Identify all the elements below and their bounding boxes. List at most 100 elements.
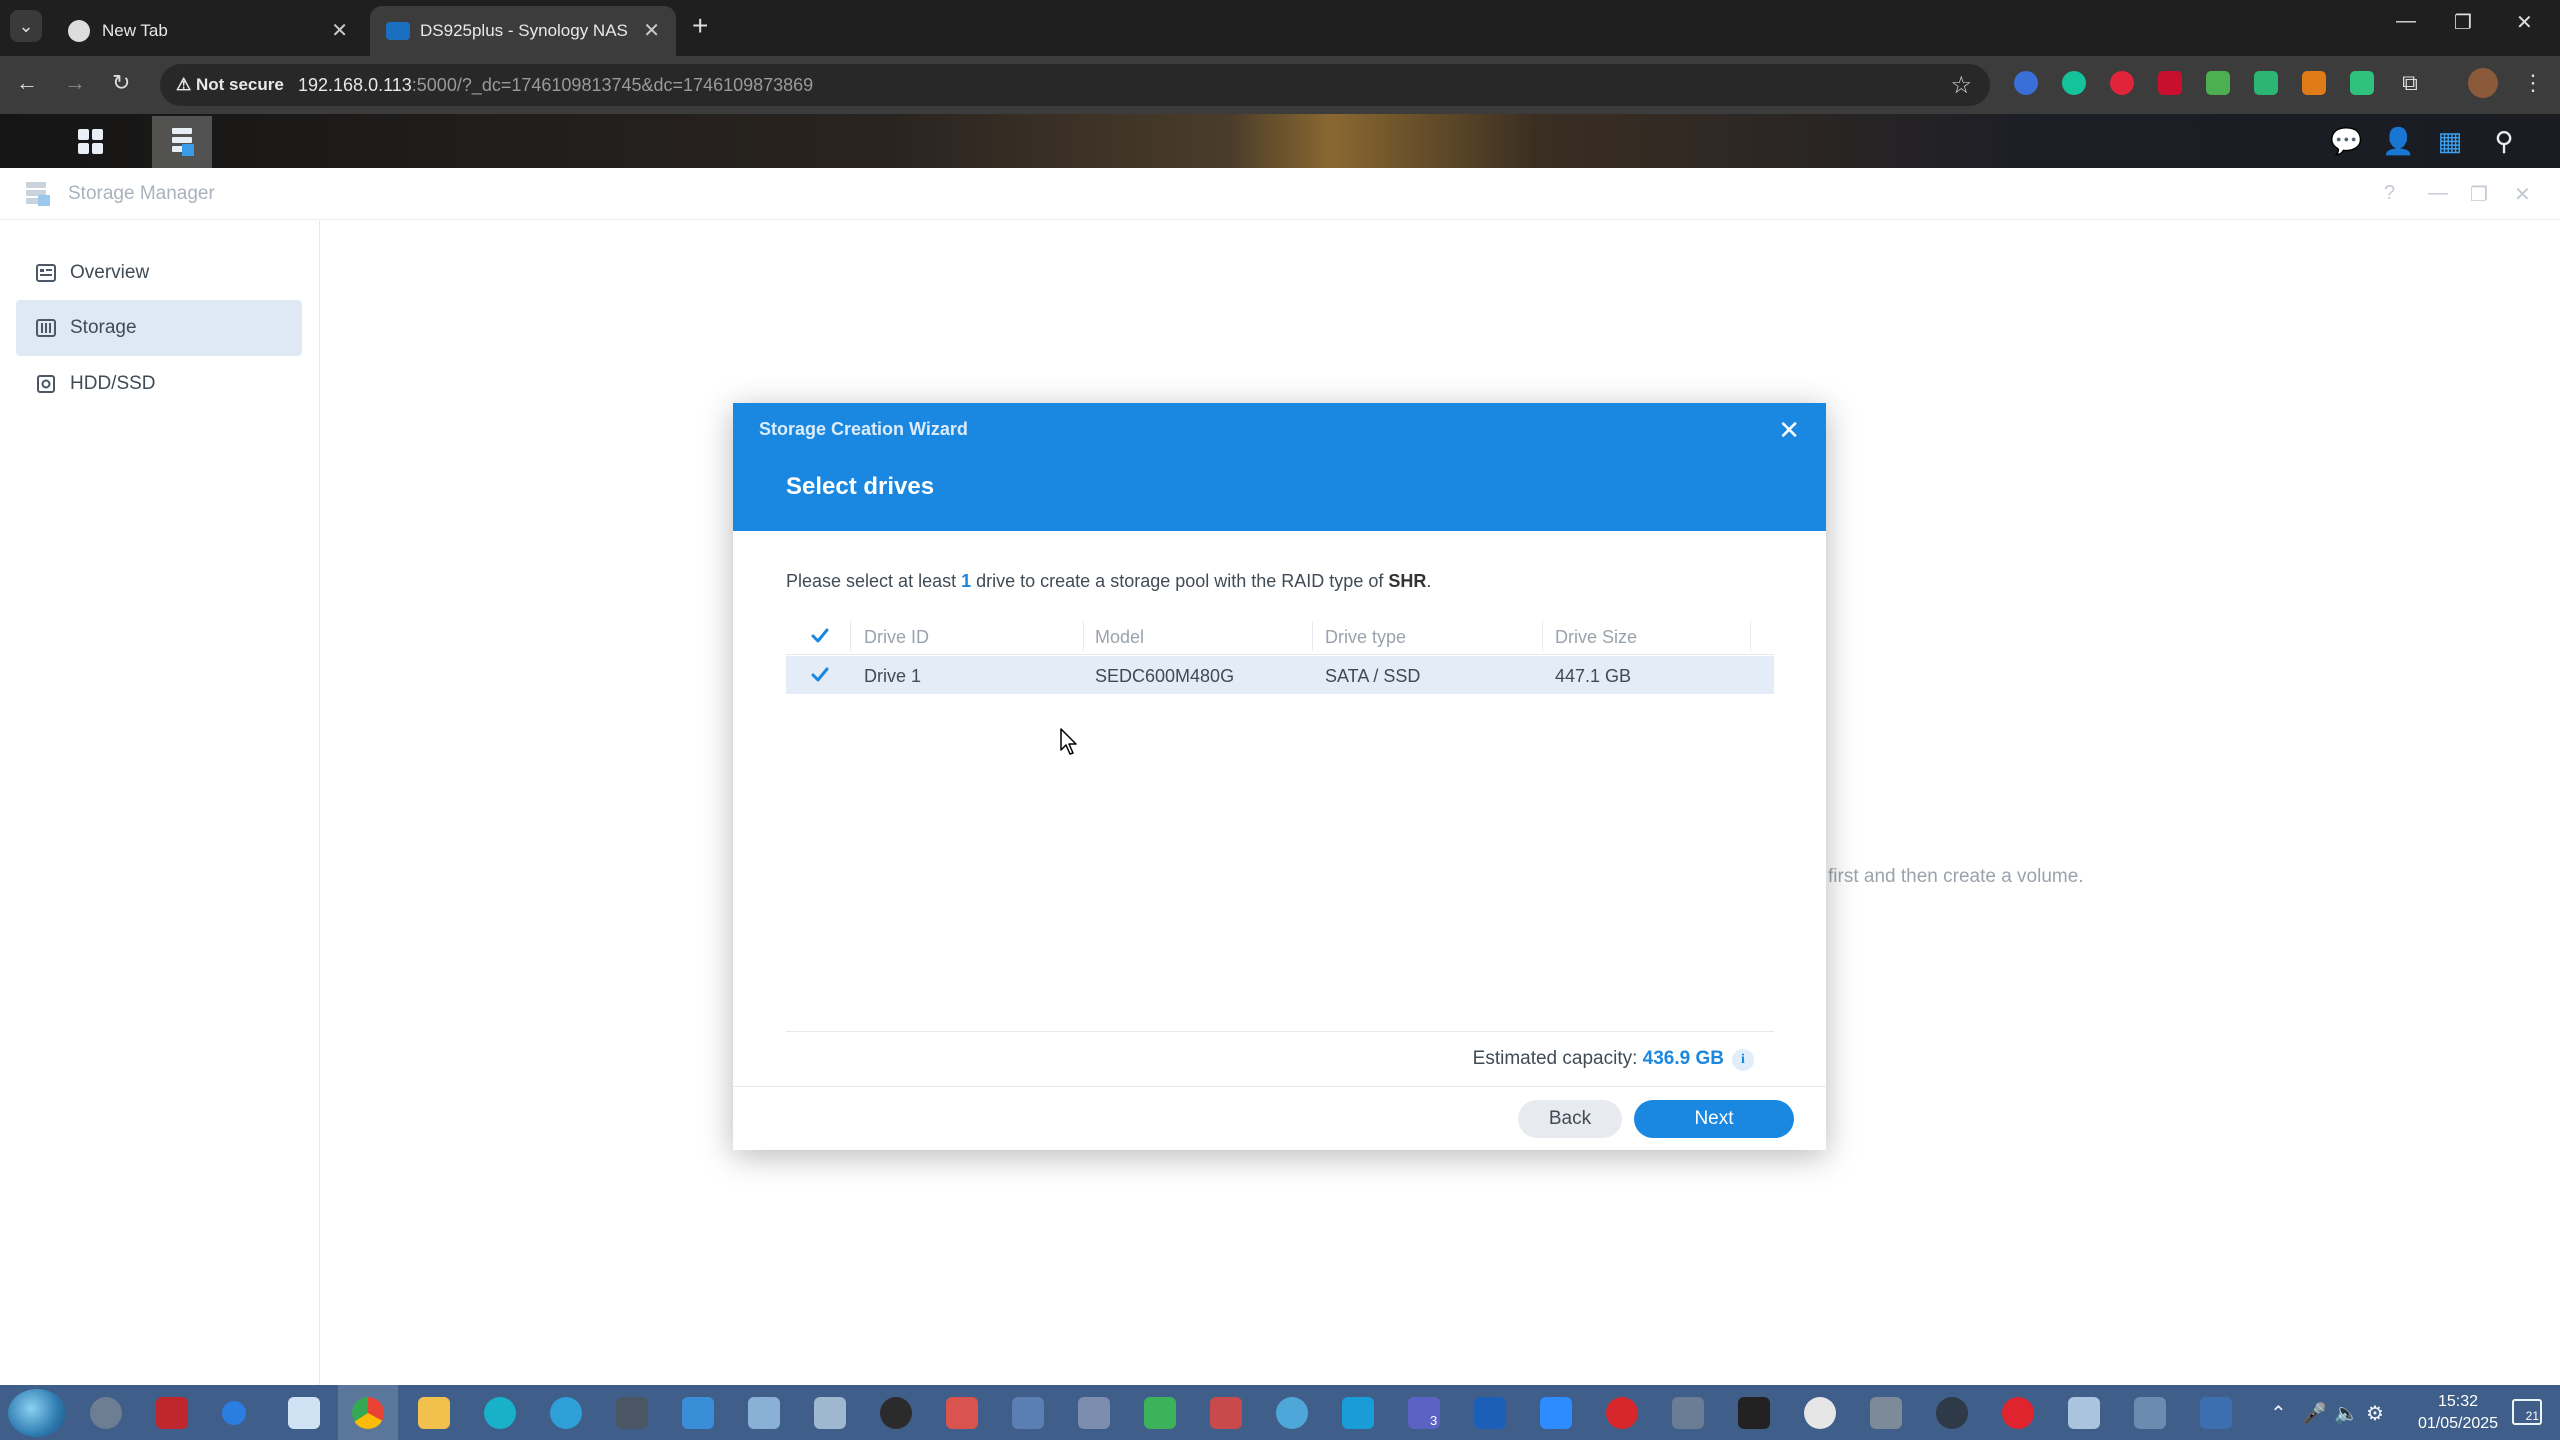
app-icon[interactable] — [1870, 1397, 1902, 1429]
extension-icon[interactable] — [2014, 71, 2038, 95]
minimize-icon[interactable]: — — [2428, 182, 2448, 205]
notification-center-icon[interactable]: 21 — [2512, 1399, 2542, 1425]
cell-drive-id: Drive 1 — [864, 666, 922, 686]
select-all-checkbox[interactable] — [810, 626, 830, 646]
download-extension-icon[interactable] — [2206, 71, 2230, 95]
close-window-icon[interactable]: ✕ — [2516, 10, 2533, 35]
maximize-icon[interactable]: ❐ — [2470, 182, 2488, 207]
column-separator — [1542, 621, 1543, 651]
sidebar-item-overview[interactable]: Overview — [16, 245, 302, 301]
column-header-drive-type[interactable]: Drive type — [1325, 627, 1406, 648]
app-icon[interactable] — [814, 1397, 846, 1429]
app-icon[interactable] — [550, 1397, 582, 1429]
app-icon[interactable] — [1738, 1397, 1770, 1429]
row-checkbox[interactable] — [810, 665, 830, 685]
extension-icon[interactable] — [2302, 71, 2326, 95]
tab-synology[interactable]: DS925plus - Synology NAS ✕ — [370, 6, 676, 56]
next-button[interactable]: Next — [1634, 1100, 1794, 1138]
clock-time: 15:32 — [2437, 1393, 2479, 1410]
volume-icon[interactable]: 🔈 — [2334, 1401, 2359, 1426]
reload-icon[interactable]: ↻ — [112, 70, 130, 96]
app-icon[interactable] — [1474, 1397, 1506, 1429]
app-icon[interactable] — [222, 1401, 246, 1425]
app-icon[interactable] — [748, 1397, 780, 1429]
zoom-icon[interactable] — [1540, 1397, 1572, 1429]
bookmark-star-icon[interactable]: ☆ — [1950, 71, 1972, 100]
sidebar-item-hdd-ssd[interactable]: HDD/SSD — [16, 356, 302, 412]
storage-manager-taskbar-button[interactable] — [152, 116, 212, 168]
app-icon[interactable] — [1210, 1397, 1242, 1429]
extension-icon[interactable] — [2110, 71, 2134, 95]
not-secure-indicator[interactable]: ⚠ Not secure — [176, 75, 284, 95]
clock[interactable]: 15:32 01/05/2025 — [2408, 1391, 2508, 1435]
teams-badge: 3 — [1430, 1413, 1438, 1428]
sidebar-item-storage[interactable]: Storage — [16, 300, 302, 356]
app-icon[interactable] — [2200, 1397, 2232, 1429]
help-icon[interactable]: ? — [2384, 182, 2395, 205]
minimize-icon[interactable]: — — [2396, 10, 2416, 33]
address-bar[interactable]: ⚠ Not secure 192.168.0.113:5000/?_dc=174… — [160, 64, 1990, 106]
app-icon[interactable] — [484, 1397, 516, 1429]
url-text[interactable]: 192.168.0.113:5000/?_dc=1746109813745&dc… — [298, 75, 813, 96]
app-icon[interactable] — [880, 1397, 912, 1429]
app-icon[interactable] — [1672, 1397, 1704, 1429]
user-icon[interactable]: 👤 — [2382, 126, 2414, 158]
restore-icon[interactable]: ❐ — [2454, 10, 2472, 35]
app-icon[interactable] — [288, 1397, 320, 1429]
sidebar-item-label: Overview — [70, 262, 150, 283]
close-tab-icon[interactable]: ✕ — [643, 18, 660, 43]
profile-avatar[interactable] — [2468, 68, 2498, 98]
file-explorer-icon[interactable] — [418, 1397, 450, 1429]
search-icon[interactable]: ⚲ — [2488, 126, 2520, 158]
column-header-model[interactable]: Model — [1095, 627, 1144, 648]
main-menu-icon[interactable] — [70, 126, 110, 158]
info-icon[interactable]: i — [1732, 1049, 1754, 1071]
browser-menu-icon[interactable]: ⋮ — [2522, 70, 2544, 96]
app-icon[interactable] — [1012, 1397, 1044, 1429]
chat-icon[interactable]: 💬 — [2330, 126, 2362, 158]
show-hidden-icons-icon[interactable]: ⌃ — [2270, 1401, 2287, 1426]
app-icon[interactable] — [1606, 1397, 1638, 1429]
close-icon[interactable]: ✕ — [1778, 415, 1800, 446]
back-icon[interactable]: ← — [16, 70, 38, 96]
new-tab-button[interactable]: + — [692, 10, 708, 42]
dsm-favicon-icon — [386, 22, 410, 40]
tab-search-button[interactable]: ⌄ — [10, 10, 42, 42]
teams-icon[interactable]: 3 — [1408, 1397, 1440, 1429]
table-row[interactable]: Drive 1 SEDC600M480G SATA / SSD 447.1 GB — [786, 656, 1774, 694]
adblock-plus-icon[interactable] — [2158, 71, 2182, 95]
widgets-icon[interactable]: ▦ — [2434, 126, 2466, 158]
column-separator — [1750, 621, 1751, 651]
back-button[interactable]: Back — [1518, 1100, 1622, 1138]
app-icon[interactable] — [156, 1397, 188, 1429]
microphone-icon[interactable]: 🎤 — [2302, 1401, 2327, 1426]
opera-icon[interactable] — [2002, 1397, 2034, 1429]
app-icon[interactable] — [1078, 1397, 1110, 1429]
app-icon[interactable] — [1804, 1397, 1836, 1429]
chrome-icon[interactable] — [352, 1397, 384, 1429]
tab-new-tab[interactable]: New Tab ✕ — [52, 6, 364, 56]
extension-icon[interactable] — [2254, 71, 2278, 95]
close-tab-icon[interactable]: ✕ — [331, 18, 348, 43]
app-icon[interactable] — [2068, 1397, 2100, 1429]
settings-icon[interactable] — [90, 1397, 122, 1429]
start-button[interactable] — [8, 1389, 66, 1437]
column-header-drive-id[interactable]: Drive ID — [864, 627, 929, 648]
app-icon[interactable] — [1144, 1397, 1176, 1429]
app-icon[interactable] — [1936, 1397, 1968, 1429]
app-icon[interactable] — [946, 1397, 978, 1429]
grammarly-icon[interactable] — [2062, 71, 2086, 95]
app-icon[interactable] — [682, 1397, 714, 1429]
extensions-puzzle-icon[interactable]: ⧉ — [2398, 71, 2422, 95]
close-icon[interactable]: ✕ — [2514, 182, 2531, 207]
skype-icon[interactable] — [1342, 1397, 1374, 1429]
forward-icon[interactable]: → — [64, 70, 86, 96]
calculator-icon[interactable] — [2134, 1397, 2166, 1429]
app-icon[interactable] — [1276, 1397, 1308, 1429]
app-icon[interactable] — [616, 1397, 648, 1429]
extension-icon[interactable] — [2350, 71, 2374, 95]
window-title-bar: Storage Manager ? — ❐ ✕ — [0, 168, 2560, 220]
tab-title: New Tab — [102, 21, 168, 40]
settings-gear-icon[interactable]: ⚙ — [2366, 1401, 2384, 1426]
column-header-drive-size[interactable]: Drive Size — [1555, 627, 1637, 648]
